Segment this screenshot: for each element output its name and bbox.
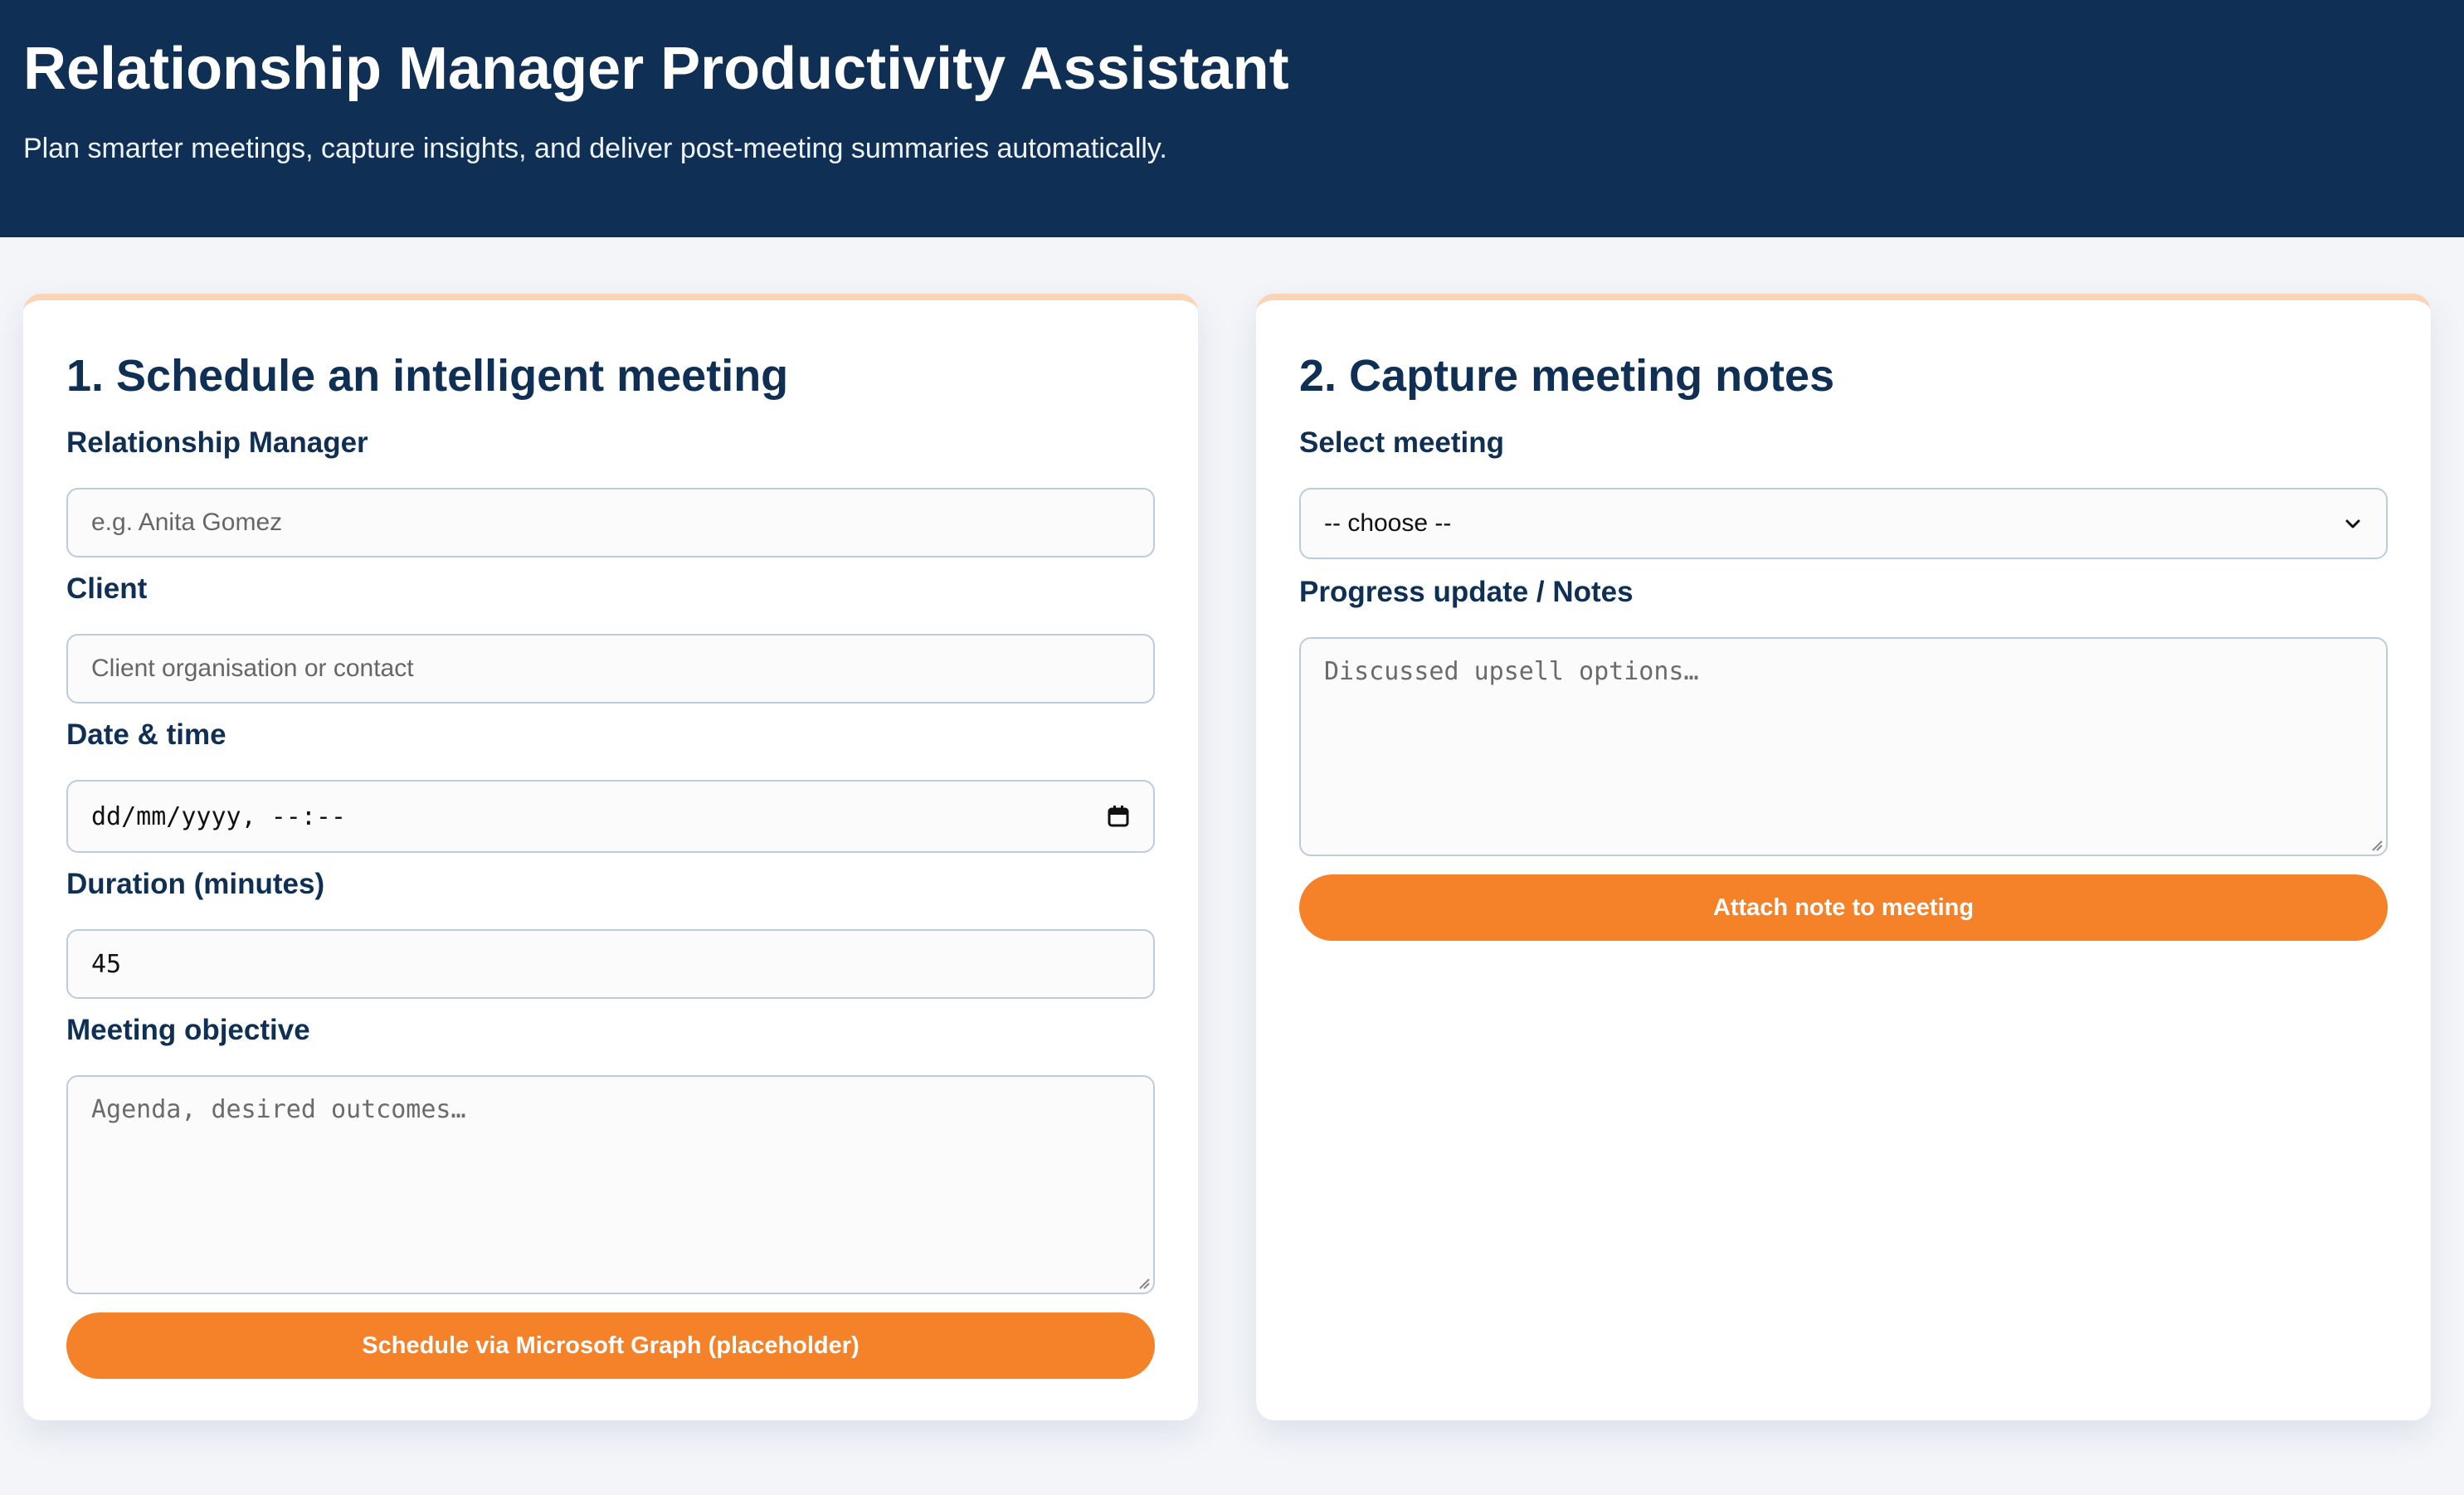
datetime-label: Date & time	[66, 718, 226, 751]
schedule-card-heading: 1. Schedule an intelligent meeting	[66, 351, 789, 401]
select-meeting-value: -- choose --	[1324, 509, 1452, 537]
client-input[interactable]: Client organisation or contact	[66, 634, 1155, 704]
schedule-button[interactable]: Schedule via Microsoft Graph (placeholde…	[66, 1312, 1155, 1379]
notes-card-heading: 2. Capture meeting notes	[1299, 351, 1835, 401]
duration-input[interactable]: 45	[66, 929, 1155, 999]
client-label: Client	[66, 572, 148, 605]
objective-textarea[interactable]: Agenda, desired outcomes…	[66, 1075, 1155, 1294]
duration-label: Duration (minutes)	[66, 868, 325, 900]
rm-label: Relationship Manager	[66, 426, 368, 459]
attach-note-button[interactable]: Attach note to meeting	[1299, 874, 2388, 941]
rm-input[interactable]: e.g. Anita Gomez	[66, 488, 1155, 558]
page-header: Relationship Manager Productivity Assist…	[0, 0, 2464, 237]
notes-label: Progress update / Notes	[1299, 576, 1634, 608]
page-subtitle: Plan smarter meetings, capture insights,…	[23, 133, 1167, 164]
page-title: Relationship Manager Productivity Assist…	[23, 36, 1289, 102]
chevron-down-icon	[2343, 514, 2363, 533]
calendar-icon[interactable]	[1107, 805, 1130, 828]
notes-textarea[interactable]: Discussed upsell options…	[1299, 637, 2388, 856]
duration-value: 45	[91, 949, 122, 979]
resize-handle-icon[interactable]	[1137, 1276, 1150, 1289]
objective-placeholder: Agenda, desired outcomes…	[91, 1095, 466, 1124]
objective-label: Meeting objective	[66, 1014, 310, 1046]
select-meeting-dropdown[interactable]: -- choose --	[1299, 488, 2388, 559]
datetime-input[interactable]: dd/mm/yyyy, --:--	[66, 780, 1155, 853]
select-meeting-label: Select meeting	[1299, 426, 1505, 459]
resize-handle-icon[interactable]	[2369, 838, 2383, 851]
rm-placeholder: e.g. Anita Gomez	[91, 509, 283, 536]
meeting-notes-card: 2. Capture meeting notes Select meeting …	[1256, 294, 2431, 1420]
schedule-meeting-card: 1. Schedule an intelligent meeting Relat…	[23, 294, 1198, 1420]
datetime-placeholder: dd/mm/yyyy, --:--	[91, 801, 347, 831]
client-placeholder: Client organisation or contact	[91, 655, 414, 682]
notes-placeholder: Discussed upsell options…	[1324, 657, 1699, 686]
